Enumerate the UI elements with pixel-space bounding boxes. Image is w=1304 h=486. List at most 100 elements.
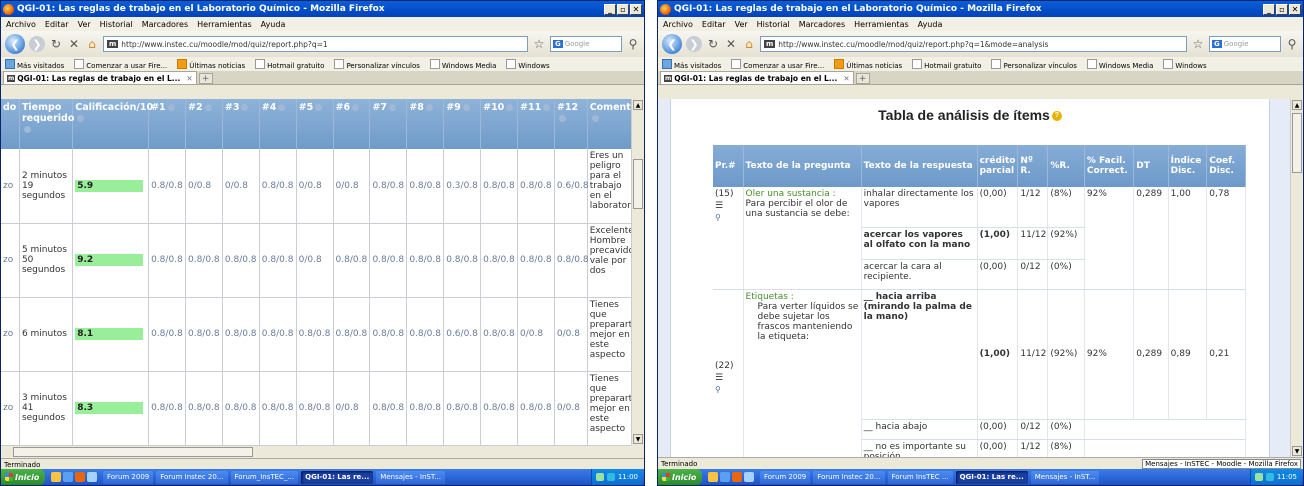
- col-header-grade[interactable]: Calificación/10: [72, 99, 153, 149]
- search-input[interactable]: G Google: [1209, 36, 1281, 52]
- col-header-q12[interactable]: #12: [554, 99, 588, 149]
- question-score-cell[interactable]: 0.8/0.8: [185, 371, 223, 445]
- grade-value[interactable]: 8.1: [75, 328, 144, 340]
- col-header-name[interactable]: do: [1, 99, 20, 149]
- sort-icon[interactable]: [77, 115, 85, 122]
- bookmark-windows[interactable]: Windows: [1163, 59, 1206, 70]
- col-header-q1[interactable]: #1: [148, 99, 186, 149]
- menu-archivo[interactable]: Archivo: [663, 20, 693, 29]
- col-header-pr[interactable]: Pr.#: [713, 145, 744, 187]
- sort-icon[interactable]: [591, 115, 599, 122]
- question-score-cell[interactable]: 0/0.8: [222, 149, 260, 224]
- question-score-cell[interactable]: 0/0.8: [185, 149, 223, 224]
- bookmark-ultimas-noticias[interactable]: Últimas noticias: [177, 59, 245, 70]
- start-button[interactable]: Inicio: [1, 469, 45, 485]
- menu-herramientas[interactable]: Herramientas: [197, 20, 252, 29]
- menu-ver[interactable]: Ver: [735, 20, 748, 29]
- new-tab-button[interactable]: +: [198, 73, 213, 84]
- col-header-q3[interactable]: #3: [222, 99, 260, 149]
- tray-icon[interactable]: [606, 473, 615, 481]
- minimize-button[interactable]: _: [1263, 3, 1275, 15]
- menu-herramientas[interactable]: Herramientas: [854, 20, 909, 29]
- horizontal-scrollbar[interactable]: [1, 445, 631, 458]
- quicklaunch-icon[interactable]: [87, 472, 97, 482]
- menu-historial[interactable]: Historial: [100, 20, 133, 29]
- question-score-cell[interactable]: 0.8/0.8: [480, 297, 518, 372]
- question-score-cell[interactable]: 0.8/0.8: [148, 297, 186, 372]
- sort-icon[interactable]: [241, 104, 249, 111]
- bookmark-windows[interactable]: Windows: [506, 59, 549, 70]
- question-title-link[interactable]: Oler una sustancia :: [746, 189, 836, 199]
- bookmark-ultimas-noticias[interactable]: Últimas noticias: [834, 59, 902, 70]
- question-score-cell[interactable]: 0.8/0.8: [443, 223, 482, 298]
- student-name-cell[interactable]: zo: [1, 371, 20, 445]
- stop-icon[interactable]: ✕: [67, 37, 81, 51]
- question-score-cell[interactable]: 0.6/0.8: [443, 297, 482, 372]
- close-tab-icon[interactable]: ✕: [186, 74, 192, 83]
- col-header-disc-coef[interactable]: Coef. Disc.: [1206, 145, 1246, 187]
- col-header-facility[interactable]: % Facil. Correct.: [1084, 145, 1135, 187]
- bookmark-star-icon[interactable]: ☆: [1191, 37, 1205, 51]
- taskbar-item[interactable]: Forum 2009: [760, 470, 811, 484]
- col-header-answer-text[interactable]: Texto de la respuesta: [861, 145, 978, 187]
- sort-icon[interactable]: [23, 126, 31, 133]
- bookmark-mas-visitados[interactable]: Más visitados: [662, 59, 721, 70]
- tray-icon[interactable]: [595, 473, 604, 481]
- col-header-q6[interactable]: #6: [333, 99, 371, 149]
- col-header-sd[interactable]: DT: [1133, 145, 1169, 187]
- question-score-cell[interactable]: 0/0.8: [296, 223, 334, 298]
- question-title-link[interactable]: Etiquetas :: [746, 292, 794, 302]
- magnifier-icon[interactable]: ⚲: [715, 213, 721, 222]
- reload-icon[interactable]: ↻: [49, 37, 63, 51]
- question-score-cell[interactable]: 0.8/0.8: [148, 223, 186, 298]
- question-score-cell[interactable]: 0.8/0.8: [517, 223, 555, 298]
- menu-marcadores[interactable]: Marcadores: [142, 20, 188, 29]
- question-score-cell[interactable]: 0.8/0.8: [333, 297, 371, 372]
- taskbar-item[interactable]: Forum Instec 20...: [813, 470, 885, 484]
- col-header-q7[interactable]: #7: [369, 99, 408, 149]
- sort-icon[interactable]: [204, 104, 212, 111]
- scroll-down-arrow[interactable]: ▼: [633, 434, 643, 444]
- close-button[interactable]: ✕: [630, 3, 642, 15]
- question-score-cell[interactable]: 0.8/0.8: [259, 223, 297, 298]
- taskbar-item[interactable]: Mensajes - InST...: [376, 470, 445, 484]
- sort-icon[interactable]: [167, 104, 175, 111]
- menu-ver[interactable]: Ver: [78, 20, 91, 29]
- question-score-cell[interactable]: 0.8/0.8: [480, 149, 518, 224]
- firefox-icon[interactable]: [75, 472, 85, 482]
- question-score-cell[interactable]: 0.8/0.8: [259, 149, 297, 224]
- bookmark-star-icon[interactable]: ☆: [532, 37, 546, 51]
- col-header-q8[interactable]: #8: [406, 99, 445, 149]
- question-score-cell[interactable]: 0.8/0.8: [369, 297, 408, 372]
- question-score-cell[interactable]: 0.8/0.8: [222, 223, 260, 298]
- menu-editar[interactable]: Editar: [702, 20, 726, 29]
- help-icon[interactable]: ?: [1051, 111, 1062, 122]
- question-score-cell[interactable]: 0.8/0.8: [296, 297, 334, 372]
- back-button[interactable]: ❮: [662, 34, 682, 54]
- search-icon[interactable]: ⚲: [1285, 37, 1299, 51]
- question-score-cell[interactable]: 0.8/0.8: [406, 371, 445, 445]
- sort-icon[interactable]: [462, 104, 470, 111]
- bookmark-comenzar[interactable]: Comenzar a usar Fire...: [74, 59, 167, 70]
- firefox-icon[interactable]: [732, 472, 742, 482]
- forward-button[interactable]: ❯: [29, 36, 45, 52]
- col-header-q11[interactable]: #11: [517, 99, 555, 149]
- list-icon[interactable]: ☰: [715, 201, 723, 211]
- menu-historial[interactable]: Historial: [757, 20, 790, 29]
- taskbar-item[interactable]: Forum Instec 20...: [156, 470, 228, 484]
- grade-value[interactable]: 8.3: [75, 402, 144, 414]
- sort-icon[interactable]: [389, 104, 397, 111]
- magnifier-icon[interactable]: ⚲: [715, 385, 721, 394]
- scroll-down-arrow[interactable]: ▼: [1292, 446, 1302, 456]
- scrollbar-thumb[interactable]: [1292, 113, 1302, 173]
- bookmark-comenzar[interactable]: Comenzar a usar Fire...: [731, 59, 824, 70]
- search-input[interactable]: G Google: [550, 36, 622, 52]
- question-score-cell[interactable]: 0.3/0.8: [443, 149, 482, 224]
- quicklaunch-icon[interactable]: [51, 472, 61, 482]
- grade-value[interactable]: 9.2: [75, 254, 144, 266]
- question-score-cell[interactable]: 0.8/0.8: [554, 223, 589, 298]
- url-bar[interactable]: m http://www.instec.cu/moodle/mod/quiz/re…: [760, 36, 1187, 52]
- vertical-scrollbar[interactable]: ▲ ▼: [631, 99, 644, 445]
- back-button[interactable]: ❮: [5, 34, 25, 54]
- question-score-cell[interactable]: 0/0.8: [554, 371, 588, 445]
